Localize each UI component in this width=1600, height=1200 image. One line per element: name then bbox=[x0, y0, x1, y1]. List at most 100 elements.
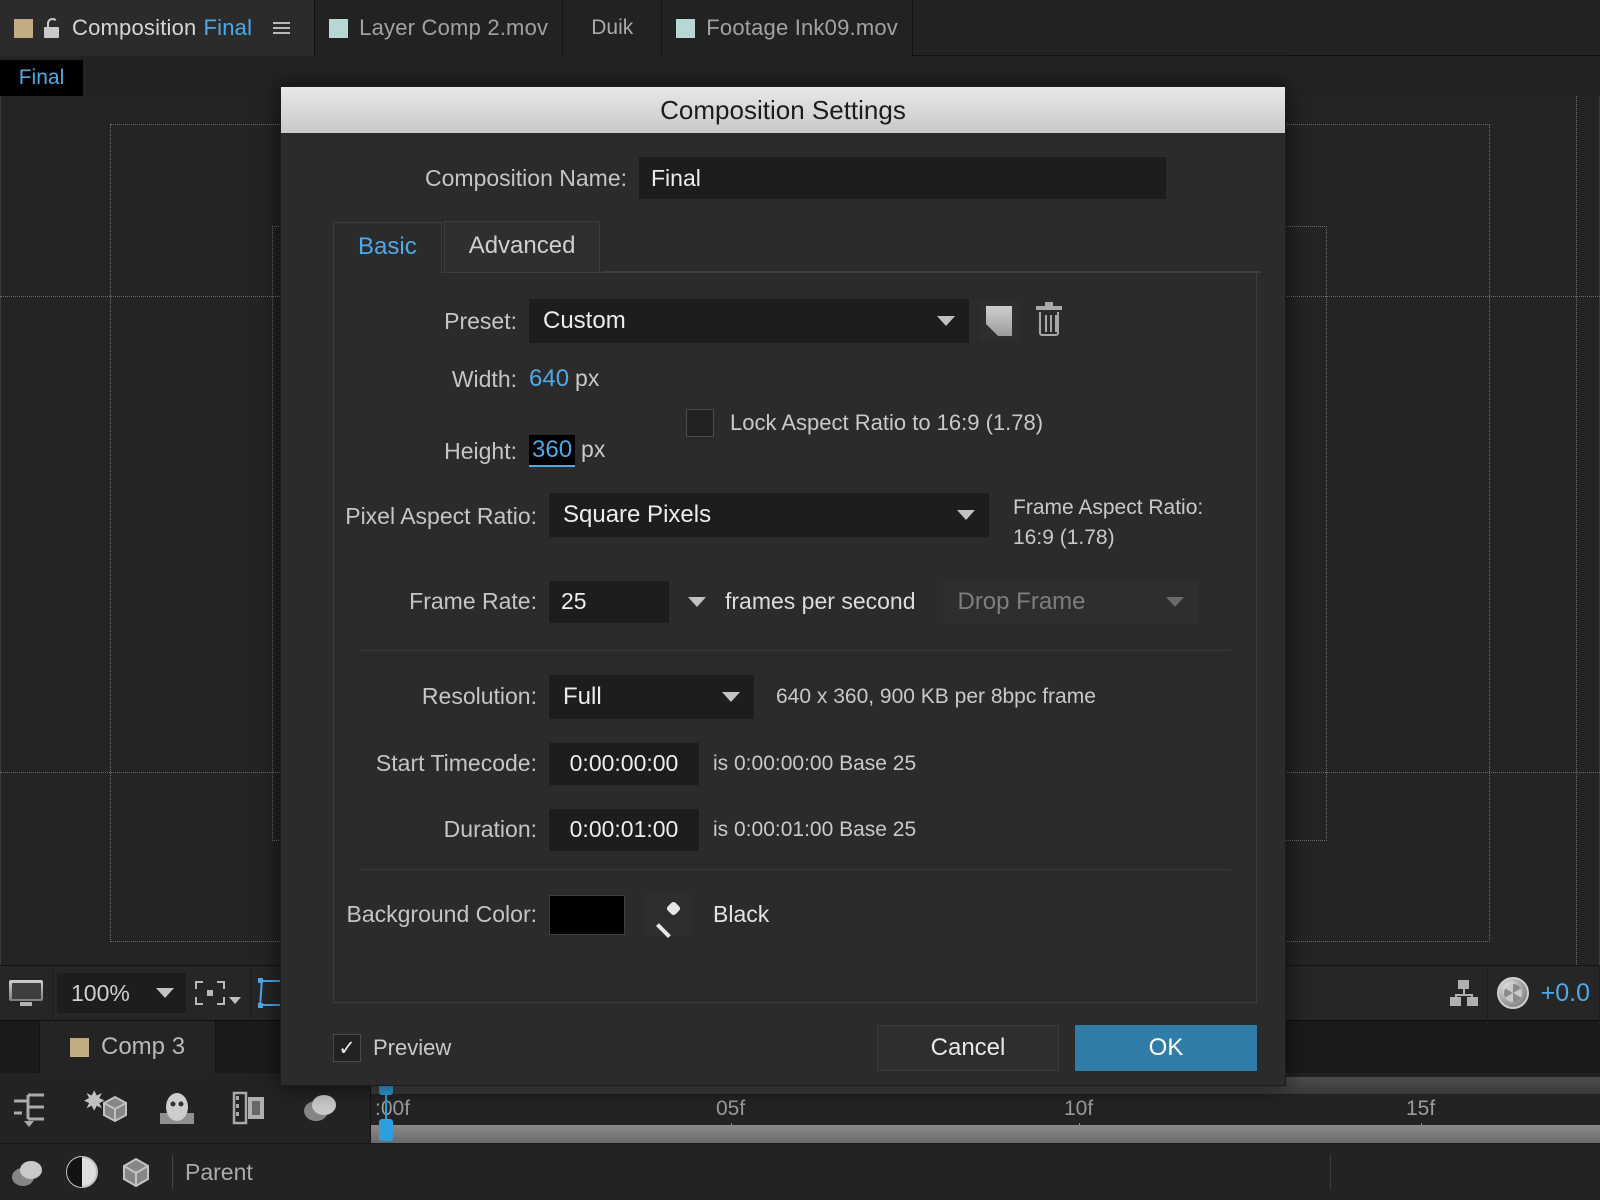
comp3-swatch bbox=[70, 1037, 89, 1057]
tab-label: Duik bbox=[591, 16, 634, 39]
tab-composition-final[interactable]: Composition Final bbox=[0, 0, 316, 56]
start-timecode-row: Start Timecode: 0:00:00:00 is 0:00:00:00… bbox=[334, 742, 1256, 785]
composition-name-value: Final bbox=[651, 164, 701, 191]
preset-value: Custom bbox=[543, 307, 626, 334]
height-value: 360 bbox=[529, 435, 576, 467]
region-of-interest-icon bbox=[194, 981, 225, 1005]
preview-checkbox[interactable]: ✓ bbox=[333, 1034, 361, 1062]
start-timecode-input[interactable]: 0:00:00:00 bbox=[549, 742, 699, 785]
panel-menu-icon[interactable] bbox=[263, 0, 300, 56]
timeline-column-header-row: Parent bbox=[0, 1143, 1600, 1200]
background-color-row: Background Color: Black bbox=[334, 893, 1256, 936]
delete-preset-icon bbox=[1036, 302, 1062, 336]
save-preset-icon bbox=[986, 306, 1012, 336]
cancel-button[interactable]: Cancel bbox=[877, 1025, 1059, 1071]
lock-icon[interactable] bbox=[44, 18, 61, 38]
layer-switches-icon[interactable] bbox=[10, 1087, 56, 1129]
layer-comp-swatch bbox=[329, 18, 349, 38]
frame-blend-toggle-icon[interactable] bbox=[62, 1153, 102, 1191]
tab-label: Footage Ink09.mov bbox=[706, 15, 898, 40]
chevron-down-icon bbox=[722, 691, 740, 702]
frame-aspect-ratio-value: 16:9 (1.78) bbox=[1013, 526, 1115, 550]
3d-renderer-icon[interactable] bbox=[82, 1087, 128, 1129]
frame-aspect-ratio-info: Frame Aspect Ratio: 16:9 (1.78) bbox=[1013, 493, 1203, 554]
resolution-row: Resolution: Full 640 x 360, 900 KB per 8… bbox=[334, 674, 1256, 719]
ok-button[interactable]: OK bbox=[1075, 1025, 1257, 1071]
active-comp-chip-label: Final bbox=[18, 66, 65, 89]
chevron-down-icon bbox=[937, 316, 955, 326]
active-comp-chip[interactable]: Final bbox=[0, 60, 83, 96]
delete-preset-button[interactable] bbox=[1029, 301, 1069, 341]
background-color-label: Background Color: bbox=[346, 901, 538, 928]
timeline-scroll-band[interactable] bbox=[371, 1125, 1600, 1143]
width-value: 640 bbox=[529, 365, 570, 392]
timeline-switch-icons bbox=[0, 1087, 412, 1129]
tab-advanced[interactable]: Advanced bbox=[443, 221, 601, 272]
chevron-down-icon bbox=[688, 596, 706, 607]
renderer-icon bbox=[1449, 980, 1478, 1006]
preview-label: Preview bbox=[373, 1035, 452, 1060]
section-divider-2 bbox=[360, 868, 1230, 870]
background-color-swatch[interactable] bbox=[549, 894, 625, 935]
3d-layer-toggle-icon[interactable] bbox=[116, 1153, 156, 1191]
tab-bar-filler bbox=[912, 0, 1600, 56]
composition-swatch bbox=[14, 18, 33, 38]
exposure-control[interactable]: +0.0 bbox=[1488, 965, 1600, 1021]
height-unit: px bbox=[581, 436, 606, 462]
pixel-aspect-ratio-row: Pixel Aspect Ratio: Square Pixels Frame … bbox=[334, 493, 1256, 554]
column-divider bbox=[172, 1155, 173, 1189]
width-field[interactable]: 640 px bbox=[529, 365, 599, 393]
composition-name-accent: Final bbox=[203, 15, 253, 40]
basic-settings-panel: Preset: Custom Width: 640 px Lock Aspect… bbox=[333, 273, 1257, 1003]
duration-info: is 0:00:01:00 Base 25 bbox=[713, 817, 917, 841]
always-preview-this-view-button[interactable] bbox=[0, 965, 53, 1021]
start-timecode-label: Start Timecode: bbox=[375, 750, 537, 777]
height-field[interactable]: 360 px bbox=[529, 435, 605, 467]
preset-dropdown[interactable]: Custom bbox=[529, 299, 969, 343]
lock-aspect-checkbox[interactable] bbox=[686, 409, 714, 437]
dialog-title: Composition Settings bbox=[660, 94, 906, 125]
tab-layer-comp-2[interactable]: Layer Comp 2.mov bbox=[315, 0, 564, 56]
tab-duik[interactable]: Duik bbox=[563, 0, 663, 56]
app-root: Composition Final Layer Comp 2.mov Duik F… bbox=[0, 0, 1600, 1200]
motion-blur-icon[interactable] bbox=[154, 1087, 200, 1129]
height-row: Height: 360 px bbox=[334, 435, 1256, 467]
timeline-tabbar-left-gap bbox=[0, 1021, 40, 1073]
width-unit: px bbox=[575, 365, 600, 391]
exposure-shutter-icon bbox=[1496, 977, 1529, 1009]
width-row: Width: 640 px bbox=[334, 365, 1256, 393]
magnification-ratio-control[interactable]: 100% bbox=[57, 973, 186, 1013]
shy-toggle-icon[interactable] bbox=[8, 1153, 48, 1191]
width-label: Width: bbox=[451, 365, 517, 392]
footage-swatch bbox=[676, 18, 696, 38]
tab-footage-ink09[interactable]: Footage Ink09.mov bbox=[662, 0, 913, 56]
frame-rate-value: 25 bbox=[561, 588, 587, 615]
frame-blend-icon[interactable] bbox=[226, 1087, 272, 1129]
start-timecode-info: is 0:00:00:00 Base 25 bbox=[713, 751, 917, 775]
save-preset-button[interactable] bbox=[979, 301, 1019, 341]
roi-chevron-down-icon[interactable] bbox=[228, 996, 241, 1004]
tab-basic-label: Basic bbox=[358, 233, 417, 260]
region-of-interest-button[interactable] bbox=[186, 965, 251, 1021]
frame-rate-input[interactable]: 25 bbox=[549, 580, 669, 623]
cancel-button-label: Cancel bbox=[930, 1034, 1006, 1061]
renderer-button[interactable] bbox=[1441, 965, 1488, 1021]
tab-label: Layer Comp 2.mov bbox=[359, 15, 549, 40]
dialog-tabs: Basic Advanced bbox=[333, 221, 1261, 273]
tab-basic[interactable]: Basic bbox=[333, 222, 442, 273]
composition-settings-dialog: Composition Settings Composition Name: F… bbox=[280, 86, 1286, 1086]
background-color-eyedropper-button[interactable] bbox=[643, 893, 691, 936]
resolution-dropdown[interactable]: Full bbox=[549, 674, 754, 719]
shy-layers-icon[interactable] bbox=[298, 1087, 344, 1129]
duration-input[interactable]: 0:00:01:00 bbox=[549, 808, 699, 851]
monitor-icon bbox=[9, 980, 43, 1006]
timeline-tab-comp-3[interactable]: Comp 3 bbox=[40, 1021, 217, 1073]
pixel-aspect-ratio-label: Pixel Aspect Ratio: bbox=[345, 503, 537, 529]
frame-rate-label: Frame Rate: bbox=[409, 588, 537, 615]
composition-name-input[interactable]: Final bbox=[639, 157, 1166, 199]
pixel-aspect-ratio-dropdown[interactable]: Square Pixels bbox=[549, 493, 989, 537]
frame-rate-dropdown-button[interactable] bbox=[669, 596, 725, 607]
chevron-down-icon[interactable] bbox=[155, 988, 174, 998]
dialog-title-bar: Composition Settings bbox=[281, 87, 1285, 133]
ruler-tick-label: 15f bbox=[1406, 1097, 1436, 1120]
